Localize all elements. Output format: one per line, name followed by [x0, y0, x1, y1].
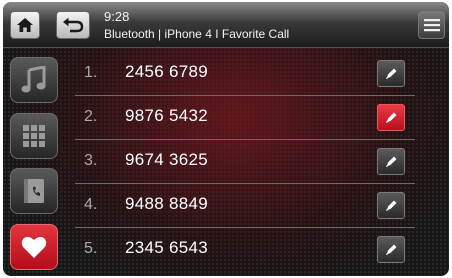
edit-button[interactable]	[377, 60, 405, 87]
home-icon	[17, 18, 33, 32]
phone-number: 9876 5432	[125, 106, 209, 125]
car-head-unit-screen: 9:28 Bluetooth | iPhone 4 I Favorite Cal…	[3, 2, 449, 276]
pencil-icon	[386, 68, 397, 79]
back-arrow-icon	[63, 17, 84, 33]
edit-button[interactable]	[377, 236, 405, 263]
clock: 9:28	[104, 9, 130, 24]
sidebar-item-keypad[interactable]	[10, 113, 58, 159]
hamburger-menu-icon	[423, 19, 440, 32]
item-index: 1.	[84, 64, 98, 81]
list-item[interactable]: 5. 2345 6543	[75, 228, 415, 272]
top-bar: 9:28 Bluetooth | iPhone 4 I Favorite Cal…	[3, 2, 449, 48]
sidebar-item-favorites[interactable]	[10, 224, 58, 270]
sidebar-item-music[interactable]	[10, 57, 58, 103]
pencil-icon	[386, 200, 397, 211]
music-note-icon	[21, 66, 46, 93]
list-item[interactable]: 3. 9674 3625	[75, 140, 415, 184]
phone-number: 2456 6789	[125, 62, 209, 81]
list-item[interactable]: 2. 9876 5432	[75, 96, 415, 140]
list-item[interactable]: 4. 9488 8849	[75, 184, 415, 228]
phonebook-icon	[24, 179, 44, 203]
pencil-icon	[386, 156, 397, 167]
phone-number: 9488 8849	[125, 194, 209, 213]
item-index: 2.	[84, 108, 98, 125]
home-button[interactable]	[10, 11, 40, 39]
edit-button[interactable]	[377, 192, 405, 219]
item-index: 5.	[84, 240, 98, 257]
edit-button[interactable]	[377, 104, 405, 131]
list-item[interactable]: 1. 2456 6789	[75, 52, 415, 96]
heart-icon	[21, 236, 47, 258]
back-button[interactable]	[56, 11, 90, 39]
phone-number: 9674 3625	[125, 150, 209, 169]
menu-button[interactable]	[418, 11, 445, 39]
phone-number: 2345 6543	[125, 238, 209, 257]
pencil-icon	[386, 244, 397, 255]
breadcrumb: Bluetooth | iPhone 4 I Favorite Call	[104, 27, 290, 41]
keypad-grid-icon	[23, 125, 45, 147]
item-index: 4.	[84, 196, 98, 213]
edit-button[interactable]	[377, 148, 405, 175]
sidebar-item-phonebook[interactable]	[10, 168, 58, 214]
pencil-icon	[386, 112, 397, 123]
item-index: 3.	[84, 152, 98, 169]
